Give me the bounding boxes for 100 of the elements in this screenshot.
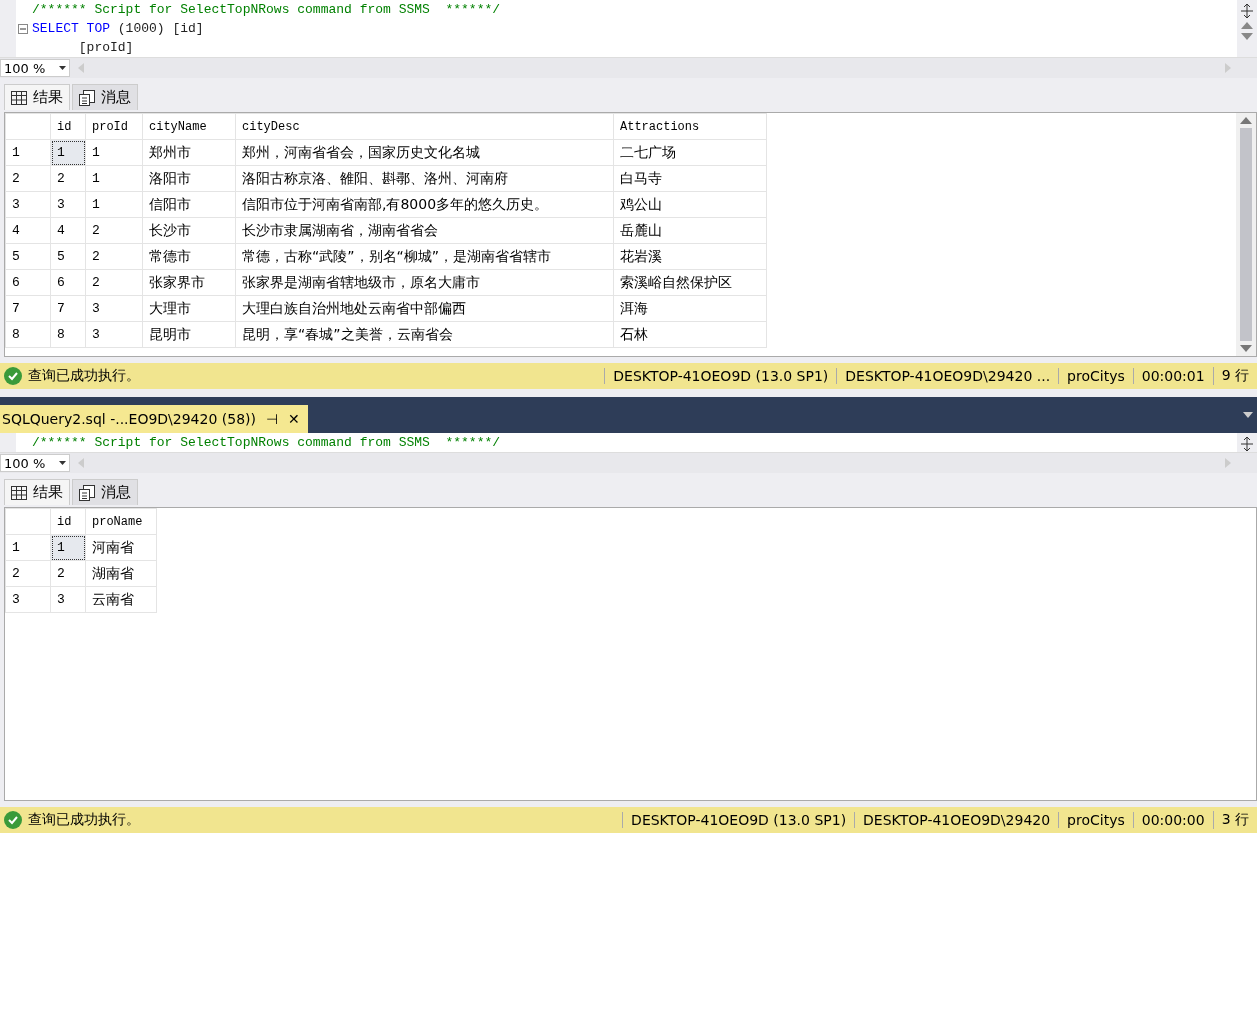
document-tab[interactable]: SQLQuery2.sql -...EO9D\29420 (58)) ⊣ ✕ [0,405,308,433]
column-header[interactable]: proId [85,113,143,140]
table-cell: 二七广场 [613,139,767,166]
results-tab[interactable]: 结果 [4,479,70,505]
dropdown-icon[interactable] [1243,412,1253,418]
table-cell: 8 [50,321,86,348]
status-item: DESKTOP-41OEO9D (13.0 SP1) [622,812,855,828]
caret-icon[interactable] [59,461,66,465]
table-cell: 洱海 [613,295,767,322]
status-message: 查询已成功执行。 [28,367,140,385]
table-cell: 信阳市 [142,191,236,218]
code-editor[interactable]: /****** Script for SelectTopNRows command from SSMS ******/ SELECT TOP (1000) [id] [proId] [0,0,1257,58]
column-header[interactable]: id [50,113,86,140]
code-editor[interactable]: /****** Script for SelectTopNRows command from SSMS ******/ [0,433,1257,453]
row-number: 3 [5,191,51,218]
table-cell: 大理市 [142,295,236,322]
table-cell: 3 [50,191,86,218]
table-cell: 湖南省 [85,560,157,587]
table-cell: 2 [85,269,143,296]
row-number: 8 [5,321,51,348]
table-cell: 3 [85,321,143,348]
row-number: 3 [5,586,51,613]
status-item: 3 行 [1212,811,1257,829]
scroll-up-icon[interactable] [1241,22,1253,29]
status-item: DESKTOP-41OEO9D (13.0 SP1) [604,368,837,384]
status-item: proCitys [1058,812,1133,828]
table-cell: 长沙市 [142,217,236,244]
status-item: 00:00:01 [1132,368,1213,384]
table-cell: 大理白族自治州地处云南省中部偏西 [235,295,614,322]
table-cell: 长沙市隶属湖南省，湖南省省会 [235,217,614,244]
column-header[interactable]: Attractions [613,113,767,140]
table-cell: 张家界市 [142,269,236,296]
results-tab[interactable]: 消息 [72,479,138,505]
table-cell: 花岩溪 [613,243,767,270]
scroll-down-icon[interactable] [1241,33,1253,40]
split-icon[interactable] [1241,4,1253,18]
status-item: DESKTOP-41OEO9D\29420 [854,812,1059,828]
messages-icon [79,484,95,501]
table-cell: 常德，古称“武陵”，别名“柳城”，是湖南省省辖市 [235,243,614,270]
results-tab[interactable]: 结果 [4,84,70,110]
scroll-up-icon[interactable] [1240,117,1252,124]
status-item: 9 行 [1212,367,1257,385]
collapse-icon[interactable] [18,23,28,34]
table-cell: 昆明市 [142,321,236,348]
column-header[interactable]: id [50,508,86,535]
table-cell: 岳麓山 [613,217,767,244]
table-cell: 3 [50,586,86,613]
code-line: /****** Script for SelectTopNRows command from SSMS ******/ [31,1,502,19]
column-header[interactable]: proName [85,508,157,535]
messages-icon [79,89,95,106]
table-cell: 7 [50,295,86,322]
status-item: DESKTOP-41OEO9D\29420 ... [836,368,1059,384]
table-cell: 河南省 [85,534,157,561]
table-cell: 2 [50,560,86,587]
table-cell: 5 [50,243,86,270]
row-number: 2 [5,165,51,192]
table-cell: 昆明，享“春城”之美誉，云南省会 [235,321,614,348]
row-number: 7 [5,295,51,322]
column-header[interactable]: cityName [142,113,236,140]
scroll-down-icon[interactable] [1240,345,1252,352]
grid-icon [11,90,27,105]
table-cell: 张家界是湖南省辖地级市，原名大庸市 [235,269,614,296]
table-cell: 石林 [613,321,767,348]
zoom-dropdown[interactable]: 100 % [0,454,70,472]
table-cell: 洛阳古称京洛、雒阳、斟鄩、洛州、河南府 [235,165,614,192]
zoom-dropdown[interactable]: 100 % [0,59,70,77]
row-number: 4 [5,217,51,244]
code-line: /****** Script for SelectTopNRows command from SSMS ******/ [31,434,502,452]
table-cell: 4 [50,217,86,244]
grid-scrollbar[interactable] [1236,113,1256,356]
close-button[interactable]: ✕ [288,411,300,427]
table-cell: 常德市 [142,243,236,270]
row-number: 5 [5,243,51,270]
table-cell: 1 [85,165,143,192]
table-cell: 鸡公山 [613,191,767,218]
table-cell: 郑州市 [142,139,236,166]
table-cell: 郑州，河南省省会，国家历史文化名城 [235,139,614,166]
status-item: proCitys [1058,368,1133,384]
table-cell: 3 [85,295,143,322]
row-number: 1 [5,534,51,561]
pin-button[interactable]: ⊣ [266,411,278,427]
row-number: 2 [5,560,51,587]
success-check-icon [4,811,22,829]
row-number: 6 [5,269,51,296]
table-cell: 信阳市位于河南省南部,有8000多年的悠久历史。 [235,191,614,218]
table-cell: 白马寺 [613,165,767,192]
table-cell: 2 [85,243,143,270]
row-number: 1 [5,139,51,166]
results-tab[interactable]: 消息 [72,84,138,110]
table-cell: 2 [50,165,86,192]
column-header[interactable]: cityDesc [235,113,614,140]
table-cell: 云南省 [85,586,157,613]
editor-scrollbar[interactable] [1237,433,1257,452]
table-cell: 2 [85,217,143,244]
editor-scrollbar[interactable] [1237,0,1257,57]
split-icon[interactable] [1241,437,1253,451]
caret-icon[interactable] [59,66,66,70]
success-check-icon [4,367,22,385]
table-cell: 洛阳市 [142,165,236,192]
table-cell: 索溪峪自然保护区 [613,269,767,296]
